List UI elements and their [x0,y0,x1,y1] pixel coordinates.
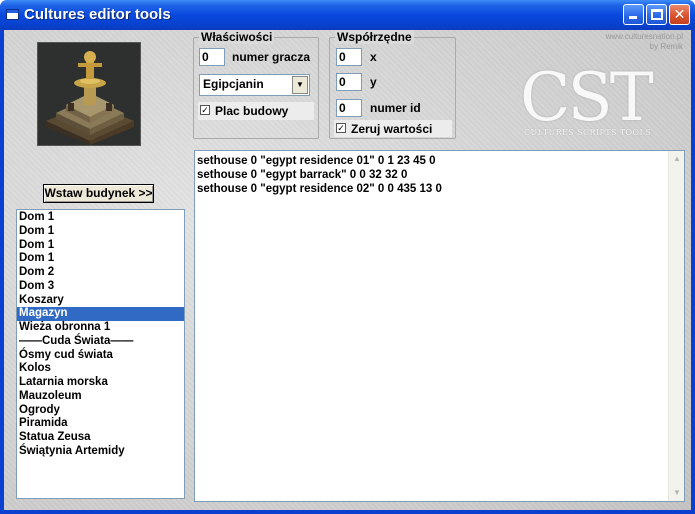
scroll-up-icon[interactable]: ▲ [669,151,685,167]
building-list-item[interactable]: Ósmy cud świata [17,349,184,363]
coordinates-group-label: Współrzędne [335,30,414,44]
building-list-item[interactable]: Mauzoleum [17,390,184,404]
window-title: Cultures editor tools [24,6,171,23]
player-number-input[interactable]: 0 [199,48,225,66]
building-list-items: Dom 1 Dom 1 Dom 1 Dom 1 Dom 2 Dom 3 Koszary Mag… [17,211,184,459]
script-lines: sethouse 0 "egypt residence 01" 0 1 23 4… [197,154,442,196]
close-button[interactable]: ✕ [669,4,690,25]
insert-building-button[interactable]: Wstaw budynek >> [43,184,154,203]
building-list-item[interactable]: Dom 1 [17,252,184,266]
app-window: Cultures editor tools ✕ www.culturesnati… [0,0,695,514]
building-list-item[interactable]: Dom 3 [17,280,184,294]
cst-logo-subtitle: CULTURES SCRIPTS TOOLS [524,128,652,137]
client-area: www.culturesnation.pl by Remik CST CULTU… [4,30,691,510]
coordinates-group: Współrzędne 0 x 0 y 0 numer id ✓ Zeruj w… [329,30,456,139]
maximize-button[interactable] [646,4,667,25]
properties-group: Właściwości 0 numer gracza Egipcjanin ▼ … [193,30,319,139]
script-line: sethouse 0 "egypt barrack" 0 0 32 32 0 [197,169,408,181]
minimize-button[interactable] [623,4,644,25]
building-list-item[interactable]: Dom 1 [17,239,184,253]
y-coordinate-label: y [370,75,377,89]
building-list-item[interactable]: Kolos [17,362,184,376]
building-list-item[interactable]: ——Cuda Świata—— [17,335,184,349]
title-bar[interactable]: Cultures editor tools ✕ [0,0,695,30]
building-list-item[interactable]: Dom 2 [17,266,184,280]
construction-site-checkbox[interactable]: ✓ Plac budowy [198,102,314,120]
building-list-item[interactable]: Latarnia morska [17,376,184,390]
checkmark-icon[interactable]: ✓ [200,105,210,115]
script-line: sethouse 0 "egypt residence 01" 0 1 23 4… [197,155,436,167]
y-coordinate-input[interactable]: 0 [336,73,362,91]
window-icon [6,9,19,20]
x-coordinate-label: x [370,50,377,64]
window-bottom-border [0,510,695,514]
checkmark-icon[interactable]: ✓ [336,123,346,133]
building-list-item[interactable]: Dom 1 [17,211,184,225]
close-icon: ✕ [673,6,686,22]
building-list-item[interactable]: Świątynia Artemidy [17,445,184,459]
script-output-textarea[interactable]: sethouse 0 "egypt residence 01" 0 1 23 4… [194,150,685,502]
building-list-item[interactable]: Wieża obronna 1 [17,321,184,335]
watermark-url: www.culturesnation.pl [605,32,683,41]
maximize-icon [651,9,663,20]
chevron-down-icon[interactable]: ▼ [292,76,308,94]
watermark: www.culturesnation.pl by Remik [606,32,683,52]
building-preview-image [37,42,141,146]
player-number-label: numer gracza [232,50,311,64]
id-number-label: numer id [370,101,421,115]
construction-site-label: Plac budowy [215,104,289,118]
minimize-icon [629,16,637,19]
building-list-item[interactable]: Piramida [17,417,184,431]
civilization-select[interactable]: Egipcjanin ▼ [199,74,310,96]
scroll-down-icon[interactable]: ▼ [669,485,685,501]
properties-group-label: Właściwości [199,30,275,44]
building-list-item[interactable]: Dom 1 [17,225,184,239]
building-list-item[interactable]: Statua Zeusa [17,431,184,445]
script-line: sethouse 0 "egypt residence 02" 0 0 435 … [197,183,442,195]
building-list-item[interactable]: Ogrody [17,404,184,418]
building-list[interactable]: Dom 1 Dom 1 Dom 1 Dom 1 Dom 2 Dom 3 Koszary Mag… [16,209,185,499]
reset-values-checkbox[interactable]: ✓ Zeruj wartości [334,120,452,137]
reset-values-label: Zeruj wartości [351,122,433,136]
building-list-item[interactable]: Koszary [17,294,184,308]
vertical-scrollbar[interactable]: ▲ ▼ [668,151,684,501]
watermark-author: by Remik [649,42,683,51]
cst-logo: CST [520,59,654,136]
civilization-select-value: Egipcjanin [203,77,264,91]
x-coordinate-input[interactable]: 0 [336,48,362,66]
id-number-input[interactable]: 0 [336,99,362,117]
building-list-item[interactable]: Magazyn [17,307,184,321]
